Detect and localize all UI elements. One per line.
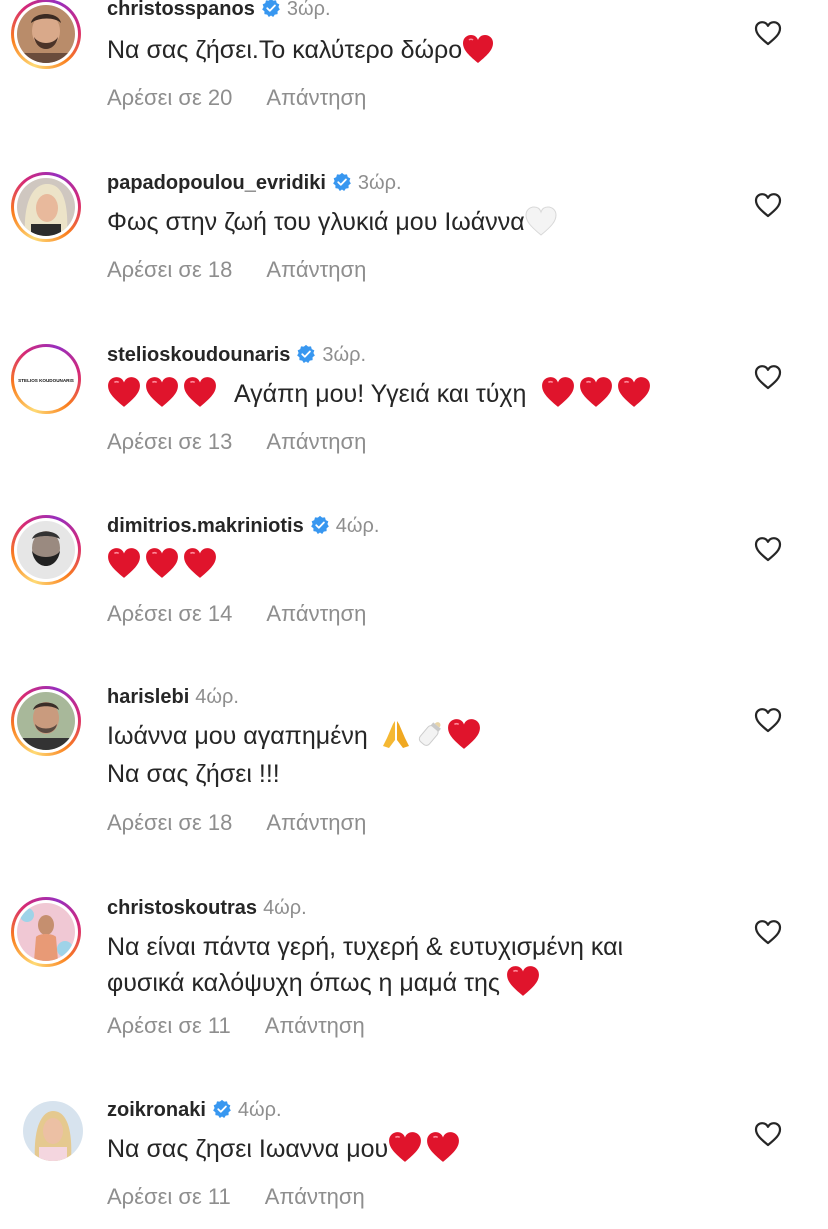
comment-time: 4ώρ. xyxy=(263,897,307,919)
comment-line: Αγάπη μου! Υγειά και τύχη xyxy=(233,380,527,408)
heart-outline-icon[interactable] xyxy=(754,707,782,733)
like-count[interactable]: Αρέσει σε 13 xyxy=(107,429,232,454)
reply-button[interactable]: Απάντηση xyxy=(265,1013,365,1038)
comment-line: Να είναι πάντα γερή, τυχερή & ευτυχισμέν… xyxy=(107,933,624,961)
heart-outline-icon[interactable] xyxy=(754,20,782,46)
avatar[interactable] xyxy=(11,172,81,242)
comment-text: Φως στην ζωή του γλυκιά μου Ιωάννα xyxy=(107,204,557,240)
red-heart-emoji xyxy=(426,1131,460,1163)
avatar-photo xyxy=(17,521,75,579)
reply-button[interactable]: Απάντηση xyxy=(265,1184,365,1209)
comment-text: Να είναι πάντα γερή, τυχερή & ευτυχισμέν… xyxy=(107,929,623,1001)
avatar-photo xyxy=(17,178,75,236)
baby-bottle-emoji xyxy=(418,722,441,746)
red-heart-emoji xyxy=(145,547,179,579)
avatar-photo xyxy=(17,5,75,63)
red-heart-emoji xyxy=(617,376,651,408)
heart-outline-icon[interactable] xyxy=(754,536,782,562)
folded-hands-emoji xyxy=(382,721,409,748)
comment-line: Ιωάννα μου αγαπημένη xyxy=(107,722,368,750)
comment-line: φυσικά καλόψυχη όπως η μαμά της xyxy=(107,969,500,997)
red-heart-emoji xyxy=(541,376,575,408)
avatar-photo xyxy=(17,692,75,750)
username[interactable]: stelioskoudounaris xyxy=(107,344,290,366)
like-count[interactable]: Αρέσει σε 14 xyxy=(107,601,232,626)
heart-outline-icon[interactable] xyxy=(754,1121,782,1147)
red-heart-emoji xyxy=(579,376,613,408)
comment-time: 3ώρ. xyxy=(286,0,331,20)
reply-button[interactable]: Απάντηση xyxy=(266,429,366,454)
red-heart-emoji xyxy=(183,547,217,579)
avatar-photo xyxy=(17,903,75,961)
red-heart-emoji xyxy=(447,718,481,750)
like-count[interactable]: Αρέσει σε 18 xyxy=(107,257,232,282)
red-heart-emoji xyxy=(183,376,217,408)
comment-line: Να σας ζήσει !!! xyxy=(107,760,280,788)
avatar[interactable] xyxy=(21,1099,91,1169)
avatar[interactable]: STELIOS KOUDOUNARIS xyxy=(11,344,81,414)
comment-text: Να σας ζήσει.Το καλύτερο δώρο xyxy=(107,32,494,68)
avatar[interactable] xyxy=(11,515,81,585)
avatar[interactable] xyxy=(11,0,81,69)
verified-badge-icon xyxy=(261,0,281,18)
heart-outline-icon[interactable] xyxy=(754,192,782,218)
like-count[interactable]: Αρέσει σε 11 xyxy=(107,1184,231,1209)
comment-text: Αγάπη μου! Υγειά και τύχη xyxy=(107,376,651,412)
red-heart-emoji xyxy=(462,34,494,64)
reply-button[interactable]: Απάντηση xyxy=(266,810,366,835)
comment-time: 3ώρ. xyxy=(357,172,402,194)
username[interactable]: dimitrios.makriniotis xyxy=(107,515,304,537)
heart-outline-icon[interactable] xyxy=(754,919,782,945)
red-heart-emoji xyxy=(145,376,179,408)
username[interactable]: zoikronaki xyxy=(107,1099,206,1121)
comment-text xyxy=(107,547,217,583)
red-heart-emoji xyxy=(107,547,141,579)
username[interactable]: christoskoutras xyxy=(107,897,257,919)
like-count[interactable]: Αρέσει σε 20 xyxy=(107,85,232,110)
verified-badge-icon xyxy=(310,515,330,535)
comment-time: 3ώρ. xyxy=(322,344,367,366)
red-heart-emoji xyxy=(107,376,141,408)
comment-time: 4ώρ. xyxy=(335,515,380,537)
comment-line: Φως στην ζωή του γλυκιά μου Ιωάννα xyxy=(107,208,525,236)
comment-line: Να σας ζησει Ιωαννα μου xyxy=(107,1135,389,1163)
verified-badge-icon xyxy=(332,172,352,192)
username[interactable]: christosspanos xyxy=(107,0,255,20)
comment-time: 4ώρ. xyxy=(195,686,239,708)
white-heart-emoji xyxy=(525,206,557,236)
verified-badge-icon xyxy=(296,344,316,364)
verified-badge-icon xyxy=(212,1099,232,1119)
reply-button[interactable]: Απάντηση xyxy=(266,601,366,626)
like-count[interactable]: Αρέσει σε 11 xyxy=(107,1013,231,1038)
reply-button[interactable]: Απάντηση xyxy=(266,85,366,110)
reply-button[interactable]: Απάντηση xyxy=(266,257,366,282)
comment-time: 4ώρ. xyxy=(237,1099,282,1121)
avatar[interactable] xyxy=(11,897,81,967)
red-heart-emoji xyxy=(506,965,540,997)
avatar[interactable] xyxy=(11,686,81,756)
username[interactable]: harislebi xyxy=(107,686,189,708)
comment-text: Ιωάννα μου αγαπημένη Να σας ζήσει !!! xyxy=(107,718,481,792)
avatar-logo-text: STELIOS KOUDOUNARIS xyxy=(18,378,74,383)
red-heart-emoji xyxy=(388,1131,422,1163)
avatar-photo xyxy=(23,1101,83,1161)
like-count[interactable]: Αρέσει σε 18 xyxy=(107,810,232,835)
heart-outline-icon[interactable] xyxy=(754,364,782,390)
username[interactable]: papadopoulou_evridiki xyxy=(107,172,326,194)
comment-line: Να σας ζήσει.Το καλύτερο δώρο xyxy=(107,36,463,64)
comment-text: Να σας ζησει Ιωαννα μου xyxy=(107,1131,460,1167)
avatar-photo: STELIOS KOUDOUNARIS xyxy=(17,350,75,408)
